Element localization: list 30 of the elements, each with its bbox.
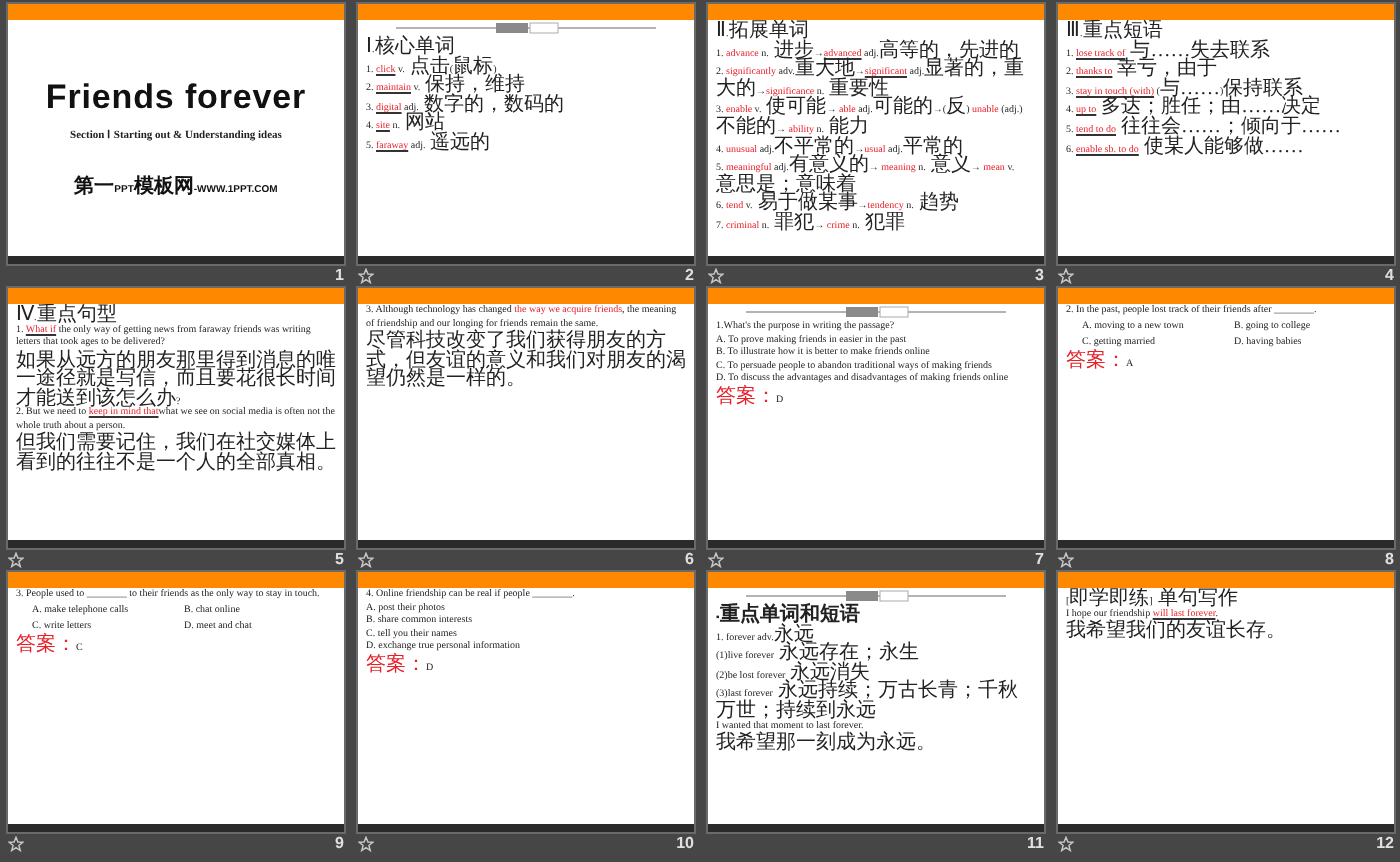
slide-thumbnail[interactable] — [706, 286, 1046, 550]
slide-number: 12 — [1376, 832, 1394, 856]
star-icon[interactable] — [8, 836, 24, 852]
slide-number: 3 — [1035, 264, 1044, 288]
star-icon[interactable] — [8, 552, 24, 568]
slide-number: 11 — [1027, 832, 1044, 856]
slide-number: 4 — [1385, 264, 1394, 288]
star-icon[interactable] — [708, 268, 724, 284]
star-icon[interactable] — [358, 836, 374, 852]
slide-number: 1 — [335, 264, 344, 288]
slide-text-line: 我希望我们的友谊长存。 — [1066, 622, 1288, 642]
slide-thumbnail[interactable] — [706, 2, 1046, 266]
slide-text-line: 尽管科技改变了我们获得朋友的方式，但友谊的意义和我们对朋友的渴望仍然是一样的。 — [366, 332, 686, 390]
slide-number: 8 — [1385, 548, 1394, 572]
slide-text-line: 但我们需要记住，我们在社交媒体上看到的往往不是一个人的全部真相。 — [16, 434, 336, 474]
slide-number: 10 — [676, 832, 694, 856]
star-icon[interactable] — [358, 552, 374, 568]
slide-number: 2 — [685, 264, 694, 288]
star-icon[interactable] — [708, 552, 724, 568]
slide-text-line: 我希望那一刻成为永远。 — [716, 734, 938, 754]
slide-thumbnail[interactable] — [6, 286, 346, 550]
star-icon[interactable] — [358, 268, 374, 284]
star-icon[interactable] — [1058, 552, 1074, 568]
slide-number: 5 — [335, 548, 344, 572]
slide-number: 6 — [685, 548, 694, 572]
slide-number: 7 — [1035, 548, 1044, 572]
star-icon[interactable] — [1058, 268, 1074, 284]
star-icon[interactable] — [1058, 836, 1074, 852]
slide-number: 9 — [335, 832, 344, 856]
slide-title: Friends forever — [45, 80, 307, 114]
